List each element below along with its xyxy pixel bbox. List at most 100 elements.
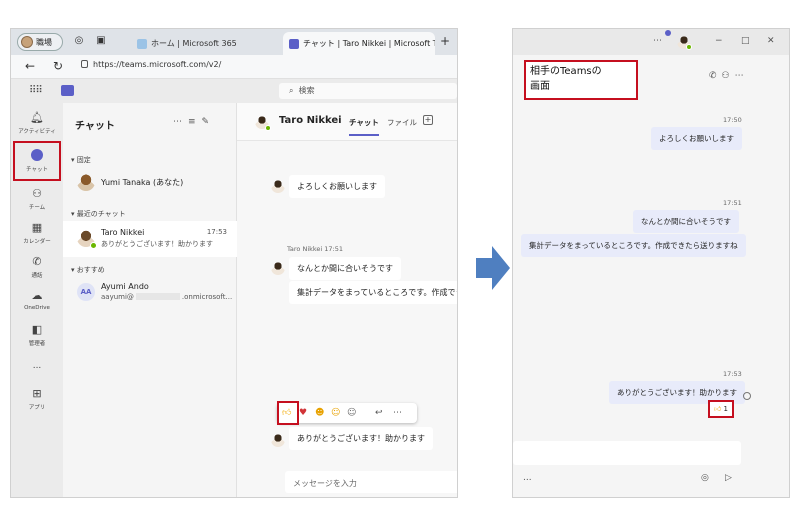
teams-header: ⠿⠿ ⌕ 検索 xyxy=(11,79,457,103)
message-bubble[interactable]: 集計データをまっているところです。作成できたら送りますね xyxy=(521,234,746,257)
message-bubble[interactable]: よろしくお願いします xyxy=(651,127,742,150)
add-reaction-icon[interactable]: ☺ xyxy=(347,406,356,420)
profile-avatar xyxy=(21,36,33,48)
rail-onedrive[interactable]: ☁︎ OneDrive xyxy=(11,289,63,311)
more-icon[interactable]: ⋯ xyxy=(735,71,749,81)
message-input[interactable]: メッセージを入力 xyxy=(285,471,457,493)
search-icon: ⌕ xyxy=(289,86,294,95)
call-icon[interactable]: ✆ xyxy=(709,71,722,81)
new-tab-button[interactable]: + xyxy=(439,35,451,47)
reply-icon[interactable]: ↩ xyxy=(375,406,383,420)
people-icon[interactable]: ⚇ xyxy=(722,71,735,81)
app-launcher-icon[interactable]: ⠿⠿ xyxy=(29,85,43,96)
maximize-icon[interactable]: □ xyxy=(741,36,750,46)
annotation-callout: 相手のTeamsの 画面 xyxy=(524,60,638,100)
message-bubble[interactable]: よろしくお願いします xyxy=(289,175,385,198)
tab-chat[interactable]: チャット xyxy=(349,117,379,136)
chat-list-actions: ⋯≡✎ xyxy=(173,117,215,127)
like-icon: 👍︎ xyxy=(713,405,722,413)
conversation-title: Taro Nikkei xyxy=(279,115,342,126)
add-tab-icon[interactable]: + xyxy=(423,115,433,125)
conversation-header: Taro Nikkei チャット ファイル + xyxy=(237,103,457,141)
chat-item-preview: ありがとうございます！助かります xyxy=(101,240,213,248)
compose-placeholder: メッセージを入力 xyxy=(293,479,357,488)
address-bar: ← ↻ https://teams.microsoft.com/v2/ xyxy=(11,55,457,79)
more-actions-icon[interactable]: ⋯ xyxy=(393,406,402,420)
message-time: 17:51 xyxy=(723,199,742,207)
rail-activity[interactable]: 🔔︎ アクティビティ xyxy=(11,111,63,135)
teams-tab-icon xyxy=(289,38,299,49)
rail-label: アプリ xyxy=(28,405,46,411)
chat-item-taro[interactable]: Taro Nikkei 17:53 ありがとうございます！助かります xyxy=(63,221,237,257)
message-bubble[interactable]: なんとか間に合いそうです xyxy=(289,257,401,280)
refresh-icon[interactable]: ↻ xyxy=(53,59,63,73)
rail-label: カレンダー xyxy=(23,239,51,245)
chat-item-ayumi[interactable]: AA Ayumi Ando aayumi@ .onmicrosoft... xyxy=(63,275,237,311)
avatar xyxy=(271,179,285,193)
tab-teams-chat[interactable]: チャット | Taro Nikkei | Microsoft T ✕ xyxy=(283,32,435,55)
message-time: 17:50 xyxy=(723,116,742,124)
tab-bar: 職場 ◎ ▣ ホーム | Microsoft 365 チャット | Taro N… xyxy=(11,29,457,55)
rail-label: アクティビティ xyxy=(18,129,56,135)
message-bubble[interactable]: 集計データをまっているところです。作成できたら送 xyxy=(289,281,457,304)
search-placeholder: 検索 xyxy=(298,86,315,95)
back-icon[interactable]: ← xyxy=(25,59,35,73)
stage: 職場 ◎ ▣ ホーム | Microsoft 365 チャット | Taro N… xyxy=(0,0,800,509)
rail-apps[interactable]: ⊞ アプリ xyxy=(11,387,63,411)
tab-files[interactable]: ファイル xyxy=(387,117,417,128)
loop-icon[interactable]: ◎ xyxy=(701,473,709,483)
rail-label: 管理者 xyxy=(28,341,46,347)
tab-actions-icon[interactable]: ▣ xyxy=(95,35,107,47)
filter-icon[interactable]: ≡ xyxy=(188,117,202,127)
surprised-reaction-icon[interactable]: ☺ xyxy=(331,406,340,420)
message-input[interactable] xyxy=(513,441,741,465)
heart-reaction-icon[interactable]: ♥ xyxy=(299,406,307,420)
highlight-chat-rail xyxy=(13,141,61,181)
more-options-icon[interactable]: ⋯ xyxy=(653,36,662,46)
rail-teams[interactable]: ⚇ チーム xyxy=(11,187,63,211)
email-redaction xyxy=(135,293,180,300)
tab-microsoft365[interactable]: ホーム | Microsoft 365 xyxy=(131,32,281,55)
minimize-icon[interactable]: − xyxy=(715,36,723,46)
section-recent[interactable]: ▾ 最近のチャット xyxy=(71,209,126,219)
like-reaction-badge[interactable]: 👍︎ 1 xyxy=(708,400,734,418)
section-suggested[interactable]: ▾ おすすめ xyxy=(71,265,105,275)
section-pinned[interactable]: ▾ 固定 xyxy=(71,155,91,165)
laugh-reaction-icon[interactable]: ☻ xyxy=(315,406,324,420)
section-label: おすすめ xyxy=(76,266,105,274)
message-bubble[interactable]: なんとか間に合いそうです xyxy=(633,210,739,233)
conversation-pane: Taro Nikkei チャット ファイル + よろしくお願いします Taro … xyxy=(237,103,457,497)
avatar xyxy=(271,261,285,275)
url-field[interactable]: https://teams.microsoft.com/v2/ xyxy=(81,60,221,69)
send-icon[interactable]: ▷ xyxy=(725,473,732,483)
chat-item-time: 17:53 xyxy=(206,228,227,236)
rail-more-button[interactable]: ... xyxy=(11,361,63,371)
highlight-like-button xyxy=(277,401,299,425)
presence-available-icon xyxy=(265,125,271,131)
cloud-icon: ☁︎ xyxy=(31,289,43,302)
chat-list-title: チャット xyxy=(75,121,115,132)
rail-label: チーム xyxy=(28,205,46,211)
close-window-icon[interactable]: ✕ xyxy=(767,36,775,46)
rail-calls[interactable]: ✆ 通話 xyxy=(11,255,63,279)
header-actions: ✆⚇⋯ xyxy=(709,71,749,81)
chat-item-name: Taro Nikkei xyxy=(101,228,145,237)
presence-available-icon xyxy=(90,242,97,249)
recipient-window: ⋯ − □ ✕ 相手のTeamsの 画面 ✆⚇⋯ 17:50 よろしくお願いしま… xyxy=(512,28,790,498)
workspaces-icon[interactable]: ◎ xyxy=(73,35,85,47)
chat-item-name: Ayumi Ando xyxy=(101,282,149,291)
search-input[interactable]: ⌕ 検索 xyxy=(279,83,457,99)
chat-item-yumi[interactable]: Yumi Tanaka (あなた) xyxy=(63,165,237,201)
section-label: 固定 xyxy=(76,156,91,164)
avatar xyxy=(77,173,95,191)
rail-calendar[interactable]: ▦ カレンダー xyxy=(11,221,63,245)
message-bubble[interactable]: ありがとうございます！助かります xyxy=(289,427,433,450)
compose-more-button[interactable]: ... xyxy=(523,473,532,483)
transition-arrow-icon xyxy=(476,246,510,290)
rail-admin[interactable]: ◧ 管理者 xyxy=(11,323,63,347)
new-chat-icon[interactable]: ✎ xyxy=(202,117,216,127)
more-options-icon[interactable]: ⋯ xyxy=(173,117,188,127)
chat-list-pane: チャット ⋯≡✎ ▾ 固定 Yumi Tanaka (あなた) ▾ 最近のチャッ… xyxy=(63,103,237,497)
browser-window: 職場 ◎ ▣ ホーム | Microsoft 365 チャット | Taro N… xyxy=(10,28,458,498)
profile-button[interactable]: 職場 xyxy=(17,33,63,51)
